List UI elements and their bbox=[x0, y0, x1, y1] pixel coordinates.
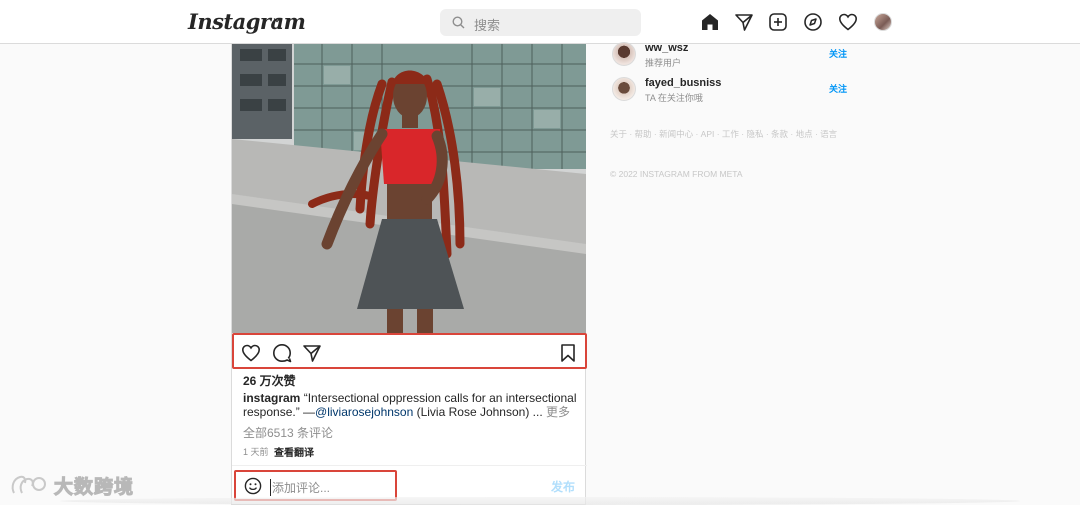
suggestion-item: fayed_busniss TA 在关注你哦 关注 bbox=[612, 77, 852, 109]
comment-input[interactable]: 添加评论... bbox=[270, 479, 330, 496]
top-nav-bar: Instagram 搜索 bbox=[0, 0, 1080, 44]
suggestion-item: ww_wsz 推荐用户 关注 bbox=[612, 42, 852, 74]
chevron-down-icon[interactable] bbox=[272, 15, 282, 25]
suggestion-subtitle: 推荐用户 bbox=[645, 58, 682, 68]
watermark-logo-icon bbox=[11, 475, 46, 494]
activity-heart-icon[interactable] bbox=[838, 12, 858, 32]
caption-username[interactable]: instagram bbox=[243, 391, 300, 405]
view-all-comments-link[interactable]: 全部6513 条评论 bbox=[243, 424, 333, 441]
caption-more-link[interactable]: 更多 bbox=[546, 405, 570, 419]
post-actions-bar bbox=[232, 333, 587, 369]
watermark: 大数跨境 bbox=[10, 472, 134, 498]
new-post-icon[interactable] bbox=[768, 12, 788, 32]
suggestion-username[interactable]: fayed_busniss bbox=[645, 77, 721, 89]
footer-links[interactable]: 关于 · 帮助 · 新闻中心 · API · 工作 · 隐私 · 条款 · 地点… bbox=[610, 127, 850, 141]
watermark-text: 大数跨境 bbox=[53, 476, 135, 498]
comment-icon[interactable] bbox=[272, 343, 292, 363]
feed-post: 26 万次赞 instagram “Intersectional oppress… bbox=[231, 44, 587, 505]
bookmark-icon[interactable] bbox=[558, 343, 578, 363]
post-caption: instagram “Intersectional oppression cal… bbox=[243, 391, 578, 419]
like-count[interactable]: 26 万次赞 bbox=[243, 372, 296, 389]
instagram-logo[interactable]: Instagram bbox=[188, 9, 306, 34]
emoji-icon[interactable] bbox=[244, 477, 262, 495]
suggestion-avatar[interactable] bbox=[612, 42, 636, 66]
home-icon[interactable] bbox=[700, 12, 720, 32]
profile-avatar[interactable] bbox=[874, 13, 892, 31]
search-placeholder: 搜索 bbox=[474, 18, 501, 33]
copyright-text: © 2022 INSTAGRAM FROM META bbox=[610, 169, 743, 179]
follow-button[interactable]: 关注 bbox=[829, 47, 847, 60]
post-image bbox=[232, 44, 586, 333]
post-photo[interactable] bbox=[232, 44, 586, 333]
post-comment-button[interactable]: 发布 bbox=[551, 478, 575, 495]
caption-text-rest: (Livia Rose Johnson) ... bbox=[413, 405, 546, 419]
see-translation-link[interactable]: 查看翻译 bbox=[274, 444, 314, 459]
suggestion-avatar[interactable] bbox=[612, 77, 636, 101]
follow-button[interactable]: 关注 bbox=[829, 82, 847, 95]
bottom-shadow bbox=[60, 497, 1020, 505]
search-input[interactable]: 搜索 bbox=[440, 9, 641, 36]
caption-mention-link[interactable]: @liviarosejohnson bbox=[315, 405, 413, 419]
explore-icon[interactable] bbox=[803, 12, 823, 32]
post-timestamp[interactable]: 1 天前 bbox=[243, 445, 269, 458]
share-icon[interactable] bbox=[302, 343, 322, 363]
direct-message-icon[interactable] bbox=[734, 12, 754, 32]
like-heart-icon[interactable] bbox=[241, 343, 261, 363]
suggestion-username[interactable]: ww_wsz bbox=[645, 42, 688, 54]
search-icon bbox=[452, 16, 465, 29]
suggestion-subtitle: TA 在关注你哦 bbox=[645, 93, 703, 103]
comment-divider bbox=[232, 465, 587, 466]
